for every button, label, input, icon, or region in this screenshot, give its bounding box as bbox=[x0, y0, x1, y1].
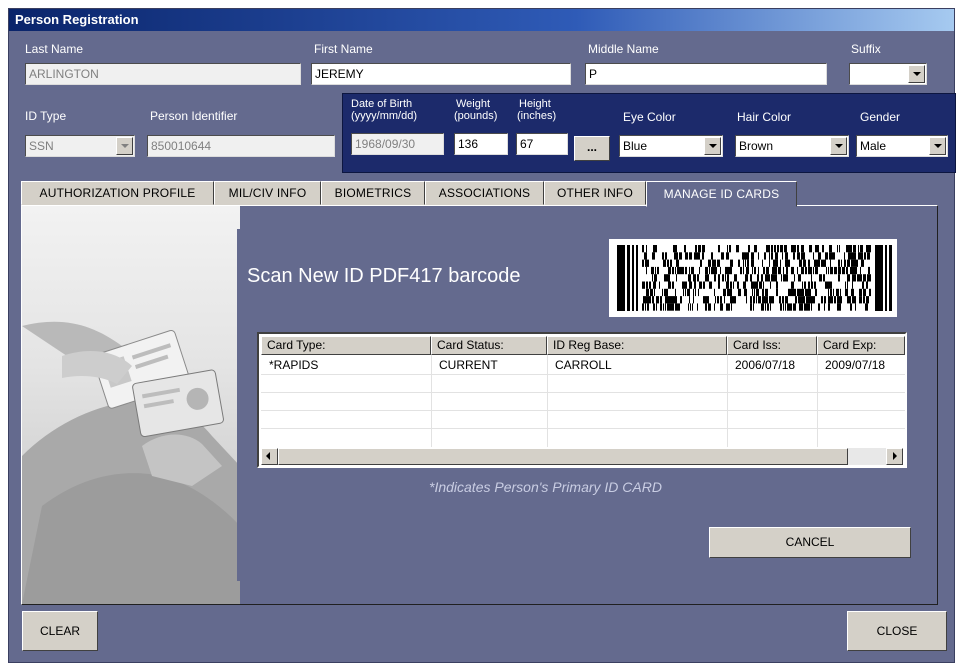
column-divider bbox=[431, 355, 432, 447]
height-label: Height (inches) bbox=[517, 98, 556, 122]
column-header-card-status[interactable]: Card Status: bbox=[431, 336, 547, 355]
dob-label-line2: (yyyy/mm/dd) bbox=[351, 110, 417, 122]
suffix-label: Suffix bbox=[851, 42, 881, 56]
scan-prompt: Scan New ID PDF417 barcode bbox=[247, 265, 521, 287]
weight-label-line2: (pounds) bbox=[454, 110, 498, 122]
id-cards-table[interactable]: Card Type: Card Status: ID Reg Base: Car… bbox=[257, 332, 907, 468]
height-label-line2: (inches) bbox=[517, 110, 557, 122]
gender-value: Male bbox=[860, 139, 887, 153]
scroll-right-button[interactable] bbox=[886, 448, 903, 465]
tab-other-info[interactable]: OTHER INFO bbox=[544, 181, 646, 205]
scroll-thumb[interactable] bbox=[278, 448, 848, 465]
chevron-down-icon[interactable] bbox=[116, 137, 133, 155]
close-button[interactable]: CLOSE bbox=[847, 611, 947, 651]
tab-manage-id-cards[interactable]: MANAGE ID CARDS bbox=[646, 181, 797, 207]
tab-associations[interactable]: ASSOCIATIONS bbox=[425, 181, 544, 205]
chevron-down-icon[interactable] bbox=[704, 137, 721, 155]
row-divider bbox=[261, 374, 905, 375]
pdf417-barcode-image bbox=[609, 239, 897, 317]
weight-field[interactable]: 136 bbox=[454, 133, 508, 155]
eye-color-select[interactable]: Blue bbox=[619, 135, 723, 157]
hair-color-select[interactable]: Brown bbox=[735, 135, 849, 157]
last-name-field[interactable]: ARLINGTON bbox=[25, 63, 301, 85]
column-divider bbox=[547, 355, 548, 447]
table-cell-card-exp[interactable]: 2009/07/18 bbox=[817, 356, 885, 374]
column-header-card-exp[interactable]: Card Exp: bbox=[817, 336, 905, 355]
column-header-card-iss[interactable]: Card Iss: bbox=[727, 336, 817, 355]
window-title: Person Registration bbox=[9, 9, 954, 31]
dob-label: Date of Birth (yyyy/mm/dd) bbox=[351, 98, 417, 122]
person-identifier-label: Person Identifier bbox=[150, 109, 238, 123]
table-cell-card-iss[interactable]: 2006/07/18 bbox=[727, 356, 795, 374]
weight-label-line1: Weight bbox=[456, 98, 491, 110]
first-name-label: First Name bbox=[314, 42, 373, 56]
middle-name-field[interactable]: P bbox=[585, 63, 827, 85]
person-registration-window: Person Registration Last Name ARLINGTON … bbox=[8, 8, 956, 663]
hands-with-id-cards-photo bbox=[22, 206, 240, 604]
arrow-left-icon bbox=[266, 452, 270, 460]
cancel-button[interactable]: CANCEL bbox=[709, 527, 911, 558]
id-type-select[interactable]: SSN bbox=[25, 135, 135, 157]
chevron-down-icon[interactable] bbox=[908, 65, 925, 83]
horizontal-scrollbar[interactable] bbox=[261, 448, 903, 465]
tab-mil-civ-info[interactable]: MIL/CIV INFO bbox=[214, 181, 321, 205]
chevron-down-icon[interactable] bbox=[929, 137, 946, 155]
column-divider bbox=[727, 355, 728, 447]
person-identifier-field[interactable]: 850010644 bbox=[147, 135, 335, 157]
gender-label: Gender bbox=[860, 110, 901, 124]
table-cell-card-status[interactable]: CURRENT bbox=[431, 356, 498, 374]
height-field[interactable]: 67 bbox=[516, 133, 568, 155]
row-divider bbox=[261, 428, 905, 429]
row-divider bbox=[261, 392, 905, 393]
tab-authorization-profile[interactable]: AUTHORIZATION PROFILE bbox=[21, 181, 214, 205]
arrow-right-icon bbox=[893, 452, 897, 460]
table-cell-id-reg-base[interactable]: CARROLL bbox=[547, 356, 612, 374]
gender-select[interactable]: Male bbox=[856, 135, 948, 157]
primary-card-note: *Indicates Person's Primary ID CARD bbox=[429, 479, 662, 495]
dob-label-line1: Date of Birth bbox=[351, 98, 413, 110]
hair-color-value: Brown bbox=[739, 139, 774, 153]
photo-illustration bbox=[22, 321, 240, 604]
scroll-left-button[interactable] bbox=[261, 448, 278, 465]
weight-label: Weight (pounds) bbox=[454, 98, 497, 122]
barcode-graphic bbox=[617, 245, 892, 311]
dob-field[interactable]: 1968/09/30 bbox=[351, 133, 444, 155]
hair-color-label: Hair Color bbox=[737, 110, 792, 124]
last-name-label: Last Name bbox=[25, 42, 84, 56]
id-type-value: SSN bbox=[29, 139, 54, 153]
column-header-card-type[interactable]: Card Type: bbox=[261, 336, 431, 355]
height-label-line1: Height bbox=[519, 98, 551, 110]
clear-button[interactable]: CLEAR bbox=[22, 611, 98, 651]
column-divider bbox=[817, 355, 818, 447]
suffix-select[interactable] bbox=[849, 63, 927, 85]
middle-name-label: Middle Name bbox=[588, 42, 659, 56]
chevron-down-icon[interactable] bbox=[830, 137, 847, 155]
more-button[interactable]: ... bbox=[574, 136, 610, 161]
column-header-id-reg-base[interactable]: ID Reg Base: bbox=[547, 336, 727, 355]
row-divider bbox=[261, 410, 905, 411]
table-cell-card-type[interactable]: *RAPIDS bbox=[261, 356, 318, 374]
eye-color-value: Blue bbox=[623, 139, 648, 153]
tab-biometrics[interactable]: BIOMETRICS bbox=[321, 181, 425, 205]
first-name-field[interactable]: JEREMY bbox=[311, 63, 571, 85]
id-type-label: ID Type bbox=[25, 109, 67, 123]
eye-color-label: Eye Color bbox=[623, 110, 676, 124]
